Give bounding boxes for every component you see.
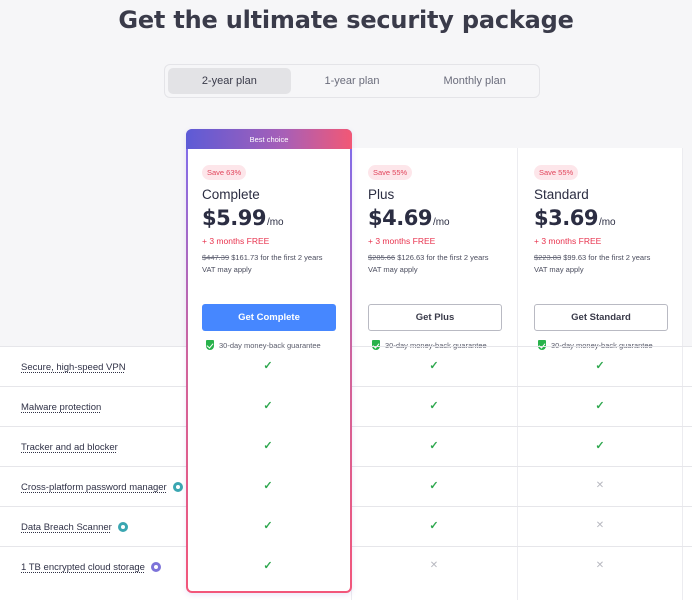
page-title: Get the ultimate security package	[118, 6, 574, 34]
old-price: $285.66	[368, 253, 396, 262]
check-icon: ✓	[263, 560, 273, 572]
money-back-guarantee: 30-day money-back guarantee	[206, 340, 342, 350]
check-icon: ✓	[429, 400, 439, 412]
tab-2-year-plan[interactable]: 2-year plan	[168, 68, 291, 94]
plan-price: $4.69	[368, 206, 432, 230]
feature-label-text[interactable]: Cross-platform password manager	[21, 482, 167, 493]
plan-price: $5.99	[202, 206, 266, 230]
check-icon: ✓	[595, 400, 605, 412]
vat-note: VAT may apply	[202, 265, 252, 274]
cross-icon: ✕	[595, 520, 605, 531]
price-period: /mo	[266, 217, 284, 228]
check-icon: ✓	[263, 520, 273, 532]
feature-label: Secure, high-speed VPN	[21, 347, 126, 387]
save-badge: Save 55%	[368, 165, 413, 180]
check-icon: ✓	[263, 440, 273, 452]
billing-details: $447.39 $161.73 for the first 2 years VA…	[202, 252, 338, 276]
first-term-price: $99.63 for the first 2 years	[563, 253, 651, 262]
free-months-note: + 3 months FREE	[534, 236, 602, 246]
shield-check-icon	[206, 340, 214, 350]
plan-duration-switch: 2-year plan 1-year plan Monthly plan	[164, 64, 540, 98]
feature-label-text[interactable]: Tracker and ad blocker	[21, 442, 118, 453]
billing-details: $223.83 $99.63 for the first 2 years VAT…	[534, 252, 670, 276]
check-icon: ✓	[429, 360, 439, 372]
feature-label-text[interactable]: Malware protection	[21, 402, 101, 413]
check-icon: ✓	[263, 360, 273, 372]
get-standard-button[interactable]: Get Standard	[534, 304, 668, 331]
guarantee-text: 30-day money-back guarantee	[219, 340, 321, 350]
check-icon: ✓	[429, 520, 439, 532]
plan-name: Plus	[368, 187, 395, 202]
first-term-price: $126.63 for the first 2 years	[397, 253, 489, 262]
info-icon[interactable]	[117, 522, 128, 532]
feature-label-text[interactable]: Secure, high-speed VPN	[21, 362, 126, 373]
first-term-price: $161.73 for the first 2 years	[231, 253, 323, 262]
save-badge: Save 63%	[202, 165, 247, 180]
feature-label: Tracker and ad blocker	[21, 427, 118, 467]
cross-icon: ✕	[595, 480, 605, 491]
price-period: /mo	[598, 217, 616, 228]
tab-monthly-plan[interactable]: Monthly plan	[413, 68, 536, 94]
price-period: /mo	[432, 217, 450, 228]
free-months-note: + 3 months FREE	[368, 236, 436, 246]
vat-note: VAT may apply	[368, 265, 418, 274]
feature-label: 1 TB encrypted cloud storage	[21, 547, 161, 587]
get-plus-button[interactable]: Get Plus	[368, 304, 502, 331]
feature-label-text[interactable]: 1 TB encrypted cloud storage	[21, 562, 145, 573]
check-icon: ✓	[429, 480, 439, 492]
feature-label: Data Breach Scanner	[21, 507, 128, 547]
cross-icon: ✕	[429, 560, 439, 571]
plan-price: $3.69	[534, 206, 598, 230]
tab-1-year-plan[interactable]: 1-year plan	[291, 68, 414, 94]
get-complete-button[interactable]: Get Complete	[202, 304, 336, 331]
check-icon: ✓	[595, 440, 605, 452]
free-months-note: + 3 months FREE	[202, 236, 270, 246]
plan-name: Standard	[534, 187, 589, 202]
plan-name: Complete	[202, 187, 260, 202]
check-icon: ✓	[263, 480, 273, 492]
feature-label: Malware protection	[21, 387, 101, 427]
billing-details: $285.66 $126.63 for the first 2 years VA…	[368, 252, 504, 276]
info-icon[interactable]	[172, 482, 183, 492]
feature-label: Cross-platform password manager	[21, 467, 183, 507]
check-icon: ✓	[595, 360, 605, 372]
info-icon[interactable]	[150, 562, 161, 572]
old-price: $223.83	[534, 253, 562, 262]
old-price: $447.39	[202, 253, 230, 262]
vat-note: VAT may apply	[534, 265, 584, 274]
cross-icon: ✕	[595, 560, 605, 571]
check-icon: ✓	[263, 400, 273, 412]
check-icon: ✓	[429, 440, 439, 452]
feature-label-text[interactable]: Data Breach Scanner	[21, 522, 112, 533]
best-choice-banner: Best choice	[186, 129, 352, 149]
save-badge: Save 55%	[534, 165, 579, 180]
